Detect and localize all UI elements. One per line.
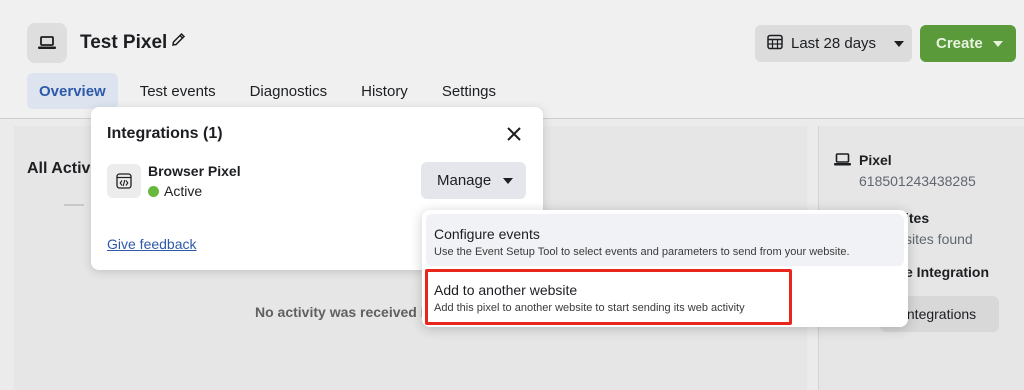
status-label: Active [164, 183, 203, 199]
laptop-icon [27, 23, 67, 63]
dialog-title: Integrations (1) [107, 125, 223, 142]
page-title: Test Pixel [80, 32, 168, 53]
chevron-down-icon [894, 40, 905, 47]
tab-test-events[interactable]: Test events [128, 73, 228, 109]
edit-pencil-icon[interactable] [170, 31, 187, 53]
websites-count: sites found [905, 231, 973, 247]
date-range-label: Last 28 days [791, 35, 877, 52]
menu-item-label: Configure events [434, 226, 540, 242]
chevron-down-icon [503, 177, 514, 184]
tab-history[interactable]: History [349, 73, 420, 109]
tab-diagnostics[interactable]: Diagnostics [238, 73, 340, 109]
integrations-button-label: Integrations [903, 306, 977, 322]
status-dot-icon [148, 185, 159, 197]
highlight-annotation [425, 269, 792, 325]
laptop-icon [834, 153, 851, 171]
manage-label: Manage [437, 172, 492, 189]
websites-label: ites [905, 210, 930, 226]
create-button[interactable]: Create [920, 25, 1016, 62]
tab-settings[interactable]: Settings [430, 73, 508, 109]
menu-item-configure-events[interactable]: Configure events Use the Event Setup Too… [426, 214, 904, 266]
integration-status: Active [148, 183, 202, 199]
code-browser-icon [107, 164, 141, 198]
give-feedback-link[interactable]: Give feedback [107, 236, 197, 252]
menu-item-description: Use the Event Setup Tool to select event… [434, 246, 850, 258]
calendar-icon [767, 34, 783, 54]
tab-overview[interactable]: Overview [27, 73, 118, 109]
chevron-down-icon [992, 40, 1003, 47]
section-title: All Activi [27, 160, 95, 177]
tab-bar: Overview Test events Diagnostics History… [27, 73, 518, 109]
close-icon[interactable] [505, 125, 523, 143]
integration-label: e Integration [905, 264, 990, 280]
manage-button[interactable]: Manage [421, 162, 526, 199]
pixel-label: Pixel [859, 152, 892, 168]
empty-message: No activity was received i [255, 304, 425, 320]
create-label: Create [936, 35, 983, 52]
integration-name: Browser Pixel [148, 163, 241, 179]
pixel-id: 618501243438285 [859, 173, 976, 189]
date-range-button[interactable]: Last 28 days [755, 25, 912, 62]
chart-placeholder [64, 204, 84, 206]
